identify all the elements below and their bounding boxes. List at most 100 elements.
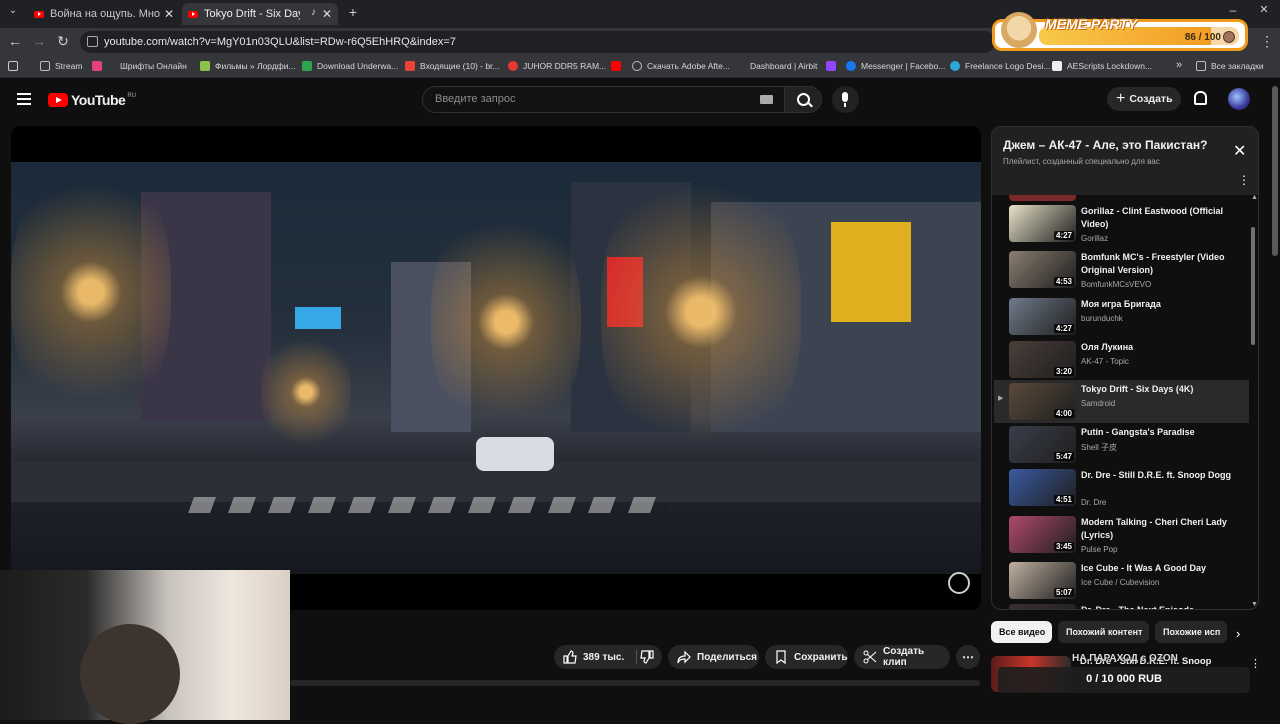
playlist-item-title[interactable]: Modern Talking - Cheri Cheri Lady (Lyric… <box>1081 516 1231 542</box>
playlist-item-thumbnail[interactable]: 5:07 <box>1009 562 1076 599</box>
bookmark-freelance[interactable]: Freelance Logo Desi... <box>950 61 1051 71</box>
duration-badge: 5:07 <box>1053 588 1074 597</box>
chevron-right-icon[interactable]: › <box>1236 626 1240 641</box>
playlist-menu-icon[interactable]: ⋮ <box>1238 173 1250 187</box>
scroll-down-icon[interactable]: ▼ <box>1251 601 1258 608</box>
share-button[interactable]: Поделиться <box>668 645 759 669</box>
share-arrow-icon <box>677 650 691 664</box>
close-window-icon[interactable]: ✕ <box>1255 3 1273 16</box>
keyboard-icon[interactable] <box>760 95 773 104</box>
more-actions-button[interactable]: ⋯ <box>956 645 980 669</box>
back-icon[interactable]: ← <box>6 33 24 49</box>
playlist-item-thumbnail[interactable]: 3:20 <box>1009 341 1076 378</box>
bookmark-gmail[interactable]: Входящие (10) - br... <box>405 61 500 71</box>
user-avatar[interactable] <box>1228 88 1250 110</box>
youtube-favicon-icon <box>34 10 44 18</box>
all-bookmarks[interactable]: Все закладки <box>1196 61 1264 71</box>
like-button[interactable]: 389 тыс. <box>554 645 662 669</box>
youtube-play-icon <box>48 93 68 107</box>
apps-grid-icon[interactable] <box>8 61 23 71</box>
scroll-up-icon[interactable]: ▲ <box>1251 194 1258 201</box>
bookmark-shrifty[interactable]: Шрифты Онлайн <box>92 61 187 71</box>
close-tab-icon[interactable]: ✕ <box>322 7 332 21</box>
thumbs-down-icon[interactable] <box>640 650 654 664</box>
playlist-item[interactable]: Dr. Dre - The Next Episode <box>994 601 1249 609</box>
playlist-item[interactable]: 5:47 Putin - Gangsta's Paradise Shell 子皮 <box>994 423 1249 466</box>
tab-search-chevron-icon[interactable]: ⌄ <box>4 5 22 16</box>
video-player[interactable] <box>11 126 981 610</box>
speaker-icon[interactable]: ♪ <box>311 7 316 18</box>
minimize-icon[interactable]: – <box>1224 3 1242 17</box>
bookmark-messenger[interactable]: Messenger | Facebo... <box>846 61 945 71</box>
playlist-item-thumbnail[interactable] <box>1009 604 1076 609</box>
playlist-item[interactable]: 4:27 Моя игра Бригада burunduchk <box>994 295 1249 338</box>
bookmark-filmy[interactable]: Фильмы » Лордфи... <box>200 61 296 71</box>
playlist-item-title[interactable]: Putin - Gangsta's Paradise <box>1081 426 1231 439</box>
playlist-item-title[interactable]: Оля Лукина <box>1081 341 1231 354</box>
bookmark-twitch[interactable] <box>826 61 841 71</box>
playlist-item-thumbnail[interactable]: 4:00 <box>1009 383 1076 420</box>
address-bar[interactable]: youtube.com/watch?v=MgY01n03QLU&list=RDw… <box>80 31 995 53</box>
playlist-item[interactable]: 5:07 Ice Cube - It Was A Good Day Ice Cube… <box>994 559 1249 602</box>
playlist-item-current[interactable]: ▶ 4:00 Tokyo Drift - Six Days (4K) Samdroid <box>994 380 1249 423</box>
site-info-icon[interactable] <box>87 36 98 47</box>
description-bar <box>290 680 980 686</box>
chip-similar-artists[interactable]: Похожие исп <box>1155 621 1227 643</box>
playlist-item-title[interactable]: Dr. Dre - The Next Episode <box>1081 604 1231 609</box>
duration-badge: 3:20 <box>1053 367 1074 376</box>
playlist-scrollbar[interactable] <box>1251 227 1255 345</box>
bookmark-stream[interactable]: Stream <box>40 61 82 71</box>
channel-watermark-icon[interactable] <box>948 572 970 594</box>
playlist-item-thumbnail[interactable]: 5:47 <box>1009 426 1076 463</box>
youtube-logo[interactable]: YouTube RU <box>48 92 136 108</box>
playlist-item-title[interactable]: Ice Cube - It Was A Good Day <box>1081 562 1231 575</box>
playlist-item-thumbnail[interactable]: 4:27 <box>1009 298 1076 335</box>
facebook-icon <box>846 61 856 71</box>
reload-icon[interactable]: ↻ <box>54 33 72 50</box>
create-button[interactable]: + Создать <box>1107 87 1181 111</box>
playlist-item-title[interactable]: Gorillaz - Clint Eastwood (Official Vide… <box>1081 205 1231 231</box>
chip-all-videos[interactable]: Все видео <box>991 621 1052 643</box>
bookmark-aescripts[interactable]: AEScripts Lockdown... <box>1052 61 1152 71</box>
page-scrollbar[interactable] <box>1272 86 1278 256</box>
bookmark-youtube[interactable] <box>611 61 626 71</box>
notifications-bell-icon[interactable] <box>1194 91 1207 105</box>
bookmark-adobe[interactable]: Скачать Adobe Afte... <box>632 61 730 71</box>
tab-voina[interactable]: Война на ощупь. Много всего ✕ <box>28 3 180 25</box>
create-clip-button[interactable]: Создать клип <box>854 645 950 669</box>
chip-related[interactable]: Похожий контент <box>1058 621 1149 643</box>
browser-menu-icon[interactable]: ⋮ <box>1258 33 1276 50</box>
bookmark-juhor[interactable]: JUHOR DDR5 RAM... <box>508 61 606 71</box>
close-playlist-icon[interactable]: ✕ <box>1233 141 1246 161</box>
playlist-item-title[interactable]: Bomfunk MC's - Freestyler (Video Origina… <box>1081 251 1231 277</box>
close-tab-icon[interactable]: ✕ <box>164 7 174 21</box>
playlist-item-thumbnail[interactable]: 4:51 <box>1009 469 1076 506</box>
save-button[interactable]: Сохранить <box>765 645 848 669</box>
playlist-item-title[interactable]: Tokyo Drift - Six Days (4K) <box>1081 383 1231 396</box>
playlist-item-thumbnail[interactable]: 4:53 <box>1009 251 1076 288</box>
bookmark-icon <box>774 650 788 665</box>
search-button[interactable] <box>784 86 822 113</box>
playlist-item-title[interactable]: Моя игра Бригада <box>1081 298 1231 311</box>
bookmark-favicon-icon <box>200 61 210 71</box>
search-input[interactable]: Введите запрос <box>422 86 784 113</box>
suggestion-menu-icon[interactable]: ⋮ <box>1250 657 1261 670</box>
playlist-title[interactable]: Джем – АК-47 - Але, это Пакистан? <box>1003 138 1228 152</box>
playlist-item-title[interactable]: Dr. Dre - Still D.R.E. ft. Snoop Dogg <box>1081 469 1231 482</box>
playlist-item[interactable]: 4:27 Gorillaz - Clint Eastwood (Official … <box>994 202 1249 245</box>
playlist-item-thumbnail[interactable]: 4:27 <box>1009 205 1076 242</box>
bookmarks-overflow-button[interactable]: » <box>1176 59 1182 71</box>
playlist-item[interactable]: 3:20 Оля Лукина AK-47 - Topic <box>994 338 1249 381</box>
bookmark-favicon-icon <box>508 61 518 71</box>
microphone-icon[interactable] <box>832 86 859 113</box>
bookmark-download[interactable]: Download Underwa... <box>302 61 398 71</box>
playlist-item[interactable]: 4:51 Dr. Dre - Still D.R.E. ft. Snoop Dog… <box>994 466 1249 509</box>
tab-tokyo-drift[interactable]: Tokyo Drift - Six Days (4K) ♪ ✕ <box>182 3 338 25</box>
hamburger-menu-icon[interactable] <box>17 93 31 105</box>
bookmark-airbit[interactable]: Dashboard | Airbit <box>750 61 817 71</box>
forward-icon[interactable]: → <box>30 33 48 49</box>
playlist-item[interactable]: 3:45 Modern Talking - Cheri Cheri Lady (L… <box>994 513 1249 556</box>
new-tab-button[interactable]: + <box>344 4 362 20</box>
playlist-item-thumbnail[interactable]: 3:45 <box>1009 516 1076 553</box>
playlist-item[interactable]: 4:53 Bomfunk MC's - Freestyler (Video Ori… <box>994 248 1249 291</box>
